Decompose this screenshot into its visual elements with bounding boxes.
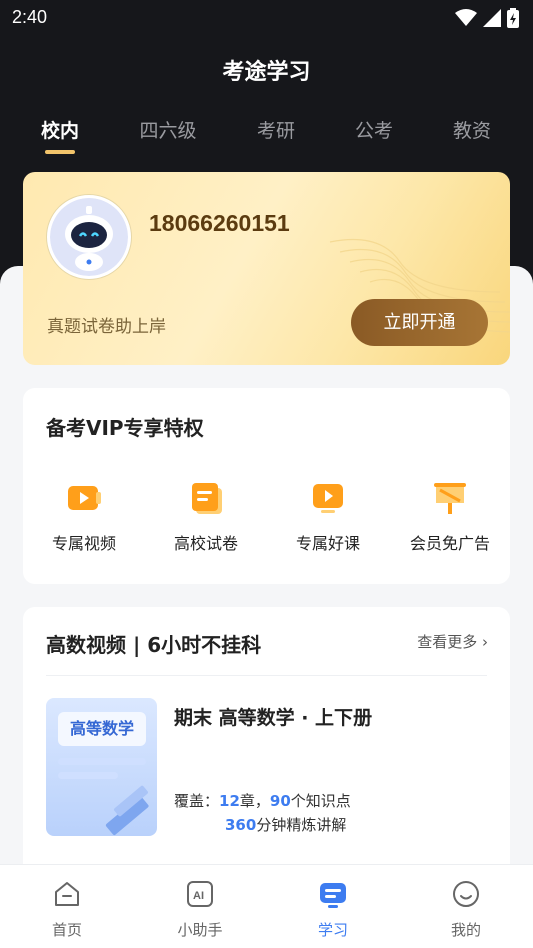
ruler-pencil-icon: [105, 785, 149, 835]
nav-label: 我的: [450, 921, 481, 939]
nav-label: 学习: [317, 921, 348, 939]
privilege-label: 会员免广告: [409, 534, 490, 553]
no-ad-icon: [434, 483, 466, 514]
nav-label: 首页: [51, 921, 82, 939]
vip-slogan: 真题试卷助上岸: [47, 317, 166, 337]
svg-text:AI: AI: [193, 890, 204, 902]
minute-unit: 分钟精炼讲解: [256, 816, 347, 834]
tab-cet[interactable]: 四六级: [139, 116, 196, 143]
battery-icon: [507, 8, 519, 28]
profile-icon: [453, 881, 479, 907]
chapter-unit: 章，: [239, 792, 270, 810]
study-icon: [320, 883, 346, 908]
privilege-label: 高校试卷: [173, 534, 238, 553]
active-tab-indicator: [45, 150, 75, 154]
status-time: 2:40: [12, 7, 48, 27]
video-icon: [68, 486, 101, 510]
ai-assistant-icon: AI: [187, 881, 213, 907]
video-section-card: 高数视频 | 6小时不挂科 查看更多 › 高等数学 期末 高等数学 · 上下册 …: [23, 607, 510, 877]
cover-tag: 高等数学: [58, 712, 146, 746]
user-phone: 18066260151: [149, 210, 290, 236]
course-title[interactable]: 期末 高等数学 · 上下册: [174, 703, 372, 730]
vip-card[interactable]: 18066260151 真题试卷助上岸 立即开通: [23, 172, 510, 365]
cover-line: [58, 758, 146, 765]
tab-postgrad[interactable]: 考研: [257, 116, 295, 143]
privilege-exclusive-video[interactable]: 专属视频: [23, 480, 145, 554]
tab-civil-service[interactable]: 公考: [355, 116, 393, 143]
nav-home[interactable]: 首页: [27, 879, 107, 940]
course-icon: [313, 484, 343, 513]
course-info: 覆盖：12章，90个知识点 360分钟精炼讲解: [174, 789, 351, 837]
course-cover[interactable]: 高等数学: [46, 698, 157, 836]
view-more-link[interactable]: 查看更多 ›: [417, 631, 488, 652]
nav-profile[interactable]: 我的: [426, 879, 506, 940]
nav-label: 小助手: [177, 921, 223, 939]
open-vip-button[interactable]: 立即开通: [351, 299, 488, 346]
nav-assistant[interactable]: AI 小助手: [160, 879, 240, 940]
privilege-college-papers[interactable]: 高校试卷: [145, 480, 267, 554]
privileges-card: 备考VIP专享特权 专属视频 高校试卷 专属好课 会员免广告: [23, 388, 510, 584]
privilege-exclusive-course[interactable]: 专属好课: [267, 480, 389, 554]
privileges-title: 备考VIP专享特权: [46, 416, 204, 440]
point-count: 90: [269, 792, 291, 810]
point-unit: 个知识点: [290, 792, 351, 810]
category-tabs: 校内 四六级 考研 公考 教资: [0, 116, 533, 156]
avatar[interactable]: [47, 195, 131, 279]
privilege-no-ads[interactable]: 会员免广告: [389, 480, 511, 554]
duration-line: 360分钟精炼讲解: [174, 813, 351, 837]
chevron-right-icon: ›: [482, 633, 488, 651]
nav-study[interactable]: 学习: [293, 879, 373, 940]
status-bar: 2:40: [0, 0, 533, 36]
paper-icon: [192, 483, 222, 514]
tab-teacher-cert[interactable]: 教资: [453, 116, 491, 143]
coverage-prefix: 覆盖：: [174, 792, 220, 810]
wifi-icon: [455, 9, 477, 26]
divider: [46, 675, 487, 676]
status-icons: [455, 8, 519, 28]
home-icon: [55, 882, 79, 906]
tab-school[interactable]: 校内: [41, 116, 79, 143]
view-more-label: 查看更多: [417, 633, 478, 651]
app-title: 考途学习: [222, 60, 311, 85]
privilege-label: 专属视频: [51, 534, 116, 553]
video-section-title: 高数视频 | 6小时不挂科: [46, 633, 262, 657]
bottom-nav: 首页 AI 小助手 学习 我的: [0, 864, 533, 948]
signal-icon: [483, 9, 501, 27]
robot-avatar-icon: [50, 198, 128, 276]
chapter-count: 12: [219, 792, 240, 810]
privilege-label: 专属好课: [295, 534, 360, 553]
minute-count: 360: [225, 816, 257, 834]
